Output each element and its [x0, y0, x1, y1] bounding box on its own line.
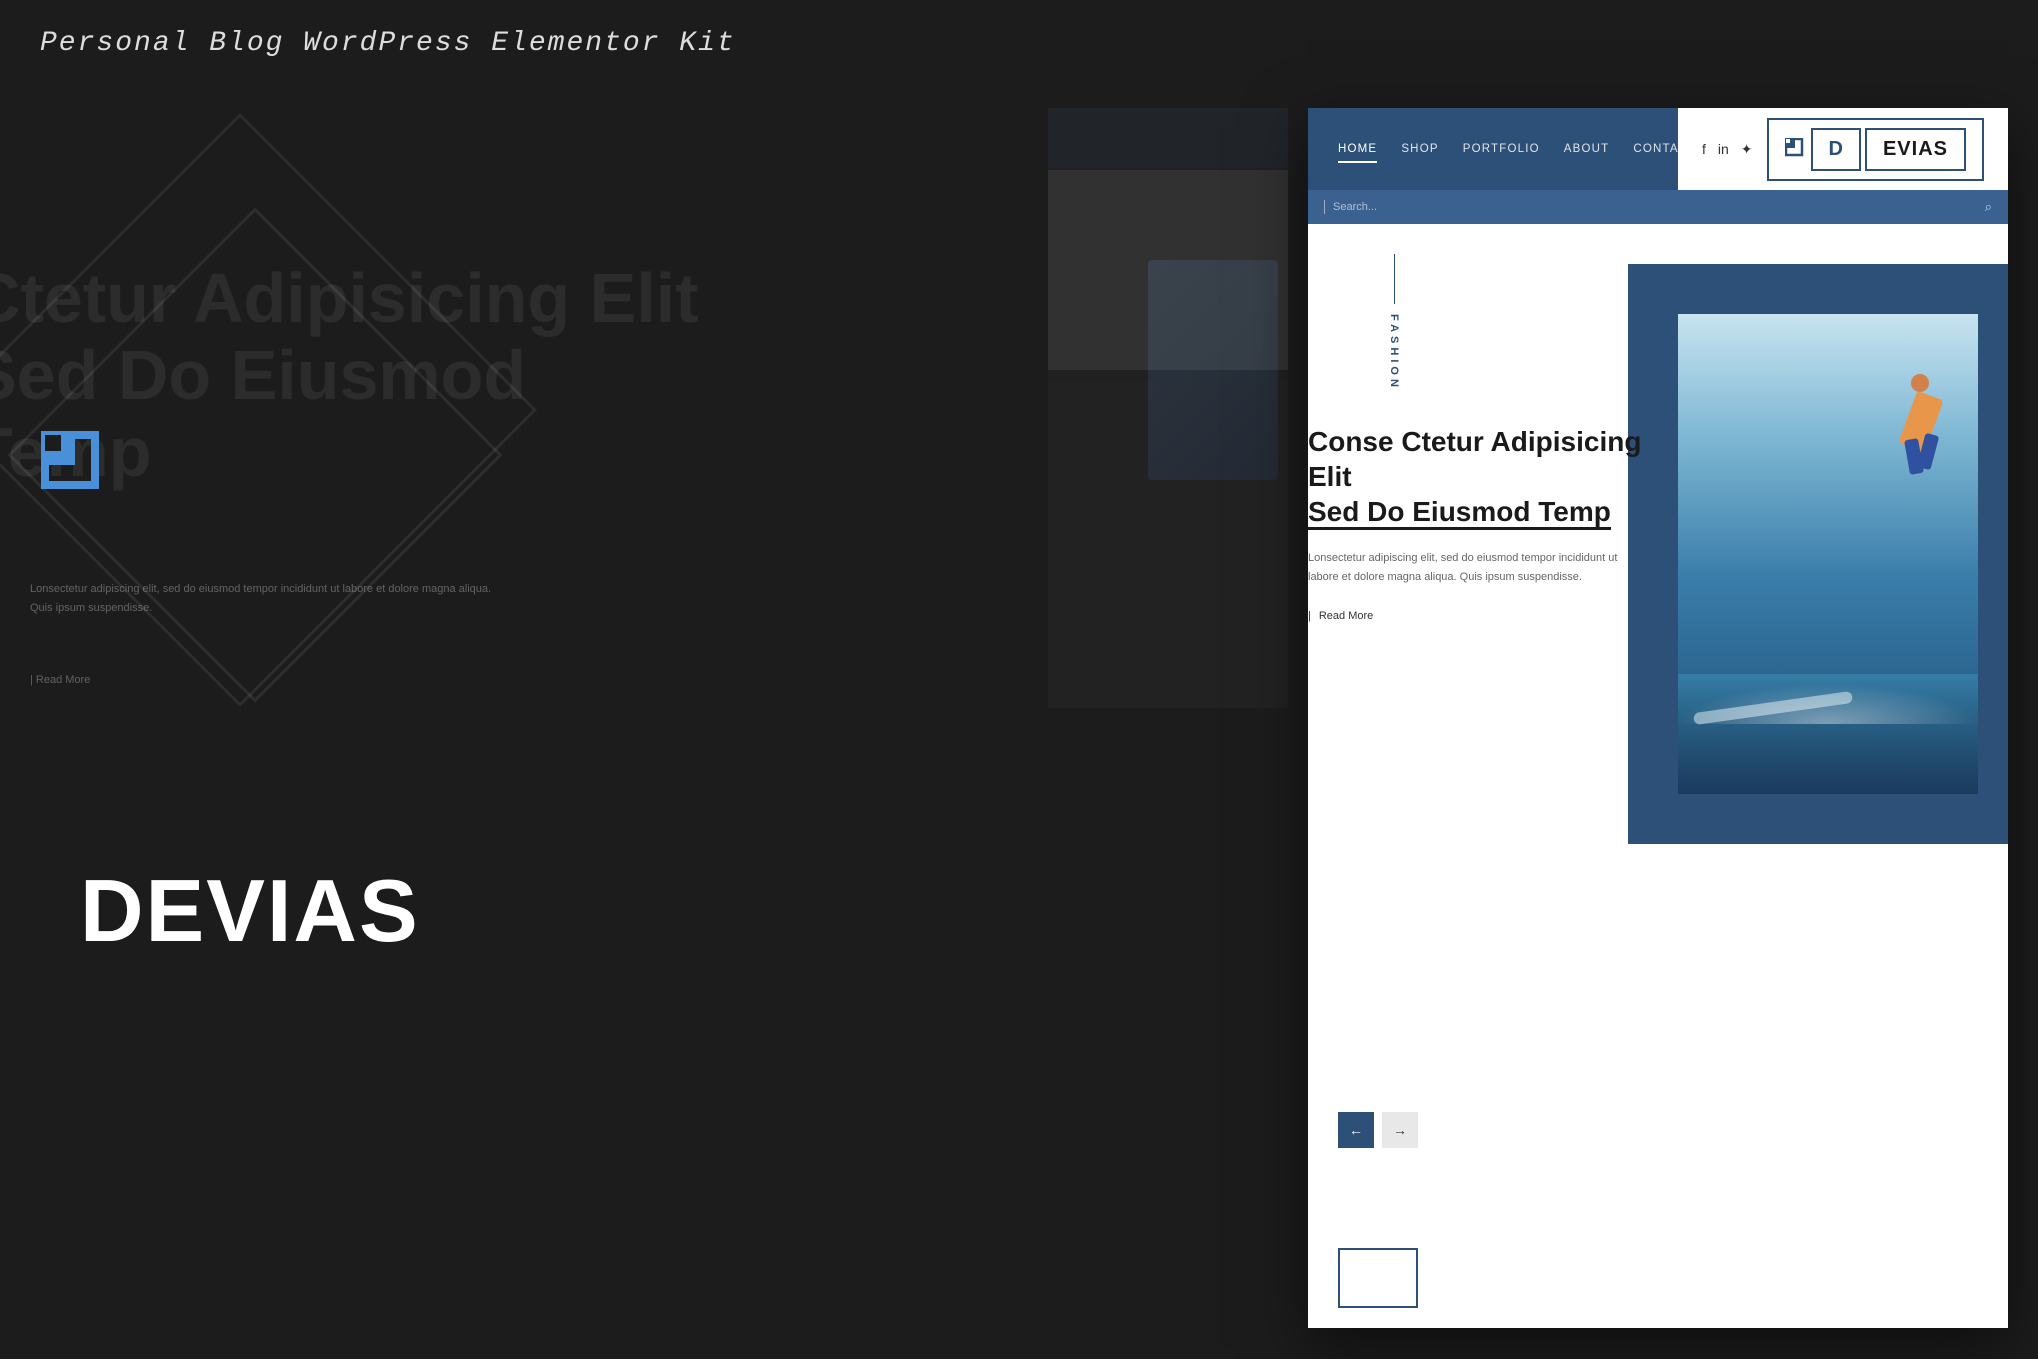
nav-item-shop[interactable]: SHOP: [1401, 143, 1438, 155]
water-splash: [1678, 684, 1978, 724]
hero-text-content: Conse Ctetur Adipisicing Elit Sed Do Eiu…: [1308, 224, 1648, 624]
brand-name-text: DEVIAS: [80, 860, 420, 962]
hero-photo: [1678, 314, 1978, 794]
right-bg-preview: [1048, 108, 1288, 708]
read-more-link[interactable]: Read More: [1308, 610, 1373, 622]
search-icon[interactable]: ⌕: [1985, 199, 1992, 215]
linkedin-icon[interactable]: in: [1718, 141, 1729, 157]
nav-item-portfolio[interactable]: PORTFOLIO: [1463, 143, 1540, 155]
search-input[interactable]: Search...: [1333, 201, 1977, 213]
hero-title: Conse Ctetur Adipisicing Elit Sed Do Eiu…: [1308, 424, 1648, 529]
bg-read-more: | Read More: [30, 670, 90, 688]
facebook-icon[interactable]: f: [1702, 141, 1706, 157]
devias-logo-icon: [40, 430, 120, 510]
hero-title-line2: Sed Do Eiusmod Temp: [1308, 496, 1611, 530]
nav-right-area: f in ✦ D EVIAS: [1678, 108, 2008, 190]
next-arrow-button[interactable]: →: [1382, 1112, 1418, 1148]
hero-title-line1: Conse Ctetur Adipisicing Elit: [1308, 426, 1641, 492]
twitter-icon[interactable]: ✦: [1741, 141, 1753, 158]
logo-letter-rest: EVIAS: [1865, 128, 1966, 171]
nav-item-home[interactable]: HOME: [1338, 143, 1377, 155]
search-bar: Search... ⌕: [1308, 190, 2008, 224]
site-logo: D EVIAS: [1767, 118, 1984, 181]
person-figure: [1893, 374, 1948, 464]
search-divider: [1324, 200, 1325, 214]
logo-icon-small: [1785, 138, 1807, 160]
prev-arrow-button[interactable]: ←: [1338, 1112, 1374, 1148]
hero-nav-arrows: ← →: [1338, 1112, 1418, 1148]
website-preview-card: f in ✦ D EVIAS HOME SHOP PORTFOLIO ABOUT…: [1308, 108, 2008, 1328]
hero-description: Lonsectetur adipiscing elit, sed do eius…: [1308, 549, 1648, 586]
bottom-box-outline: [1338, 1248, 1418, 1308]
nav-item-about[interactable]: ABOUT: [1564, 143, 1610, 155]
navigation-bar: HOME SHOP PORTFOLIO ABOUT CONTACT: [1308, 108, 1678, 190]
social-icons: f in ✦: [1702, 141, 1753, 158]
bottom-section: [1308, 1228, 2008, 1328]
hero-section: FASHION Conse Ctetur Adipisicing Elit Se…: [1308, 224, 2008, 1328]
brand-logo-large: DEVIAS: [40, 430, 120, 510]
page-title: Personal Blog WordPress Elementor Kit: [40, 28, 736, 59]
hero-photo-inner: [1678, 314, 1978, 794]
logo-letter-d: D: [1811, 128, 1861, 171]
